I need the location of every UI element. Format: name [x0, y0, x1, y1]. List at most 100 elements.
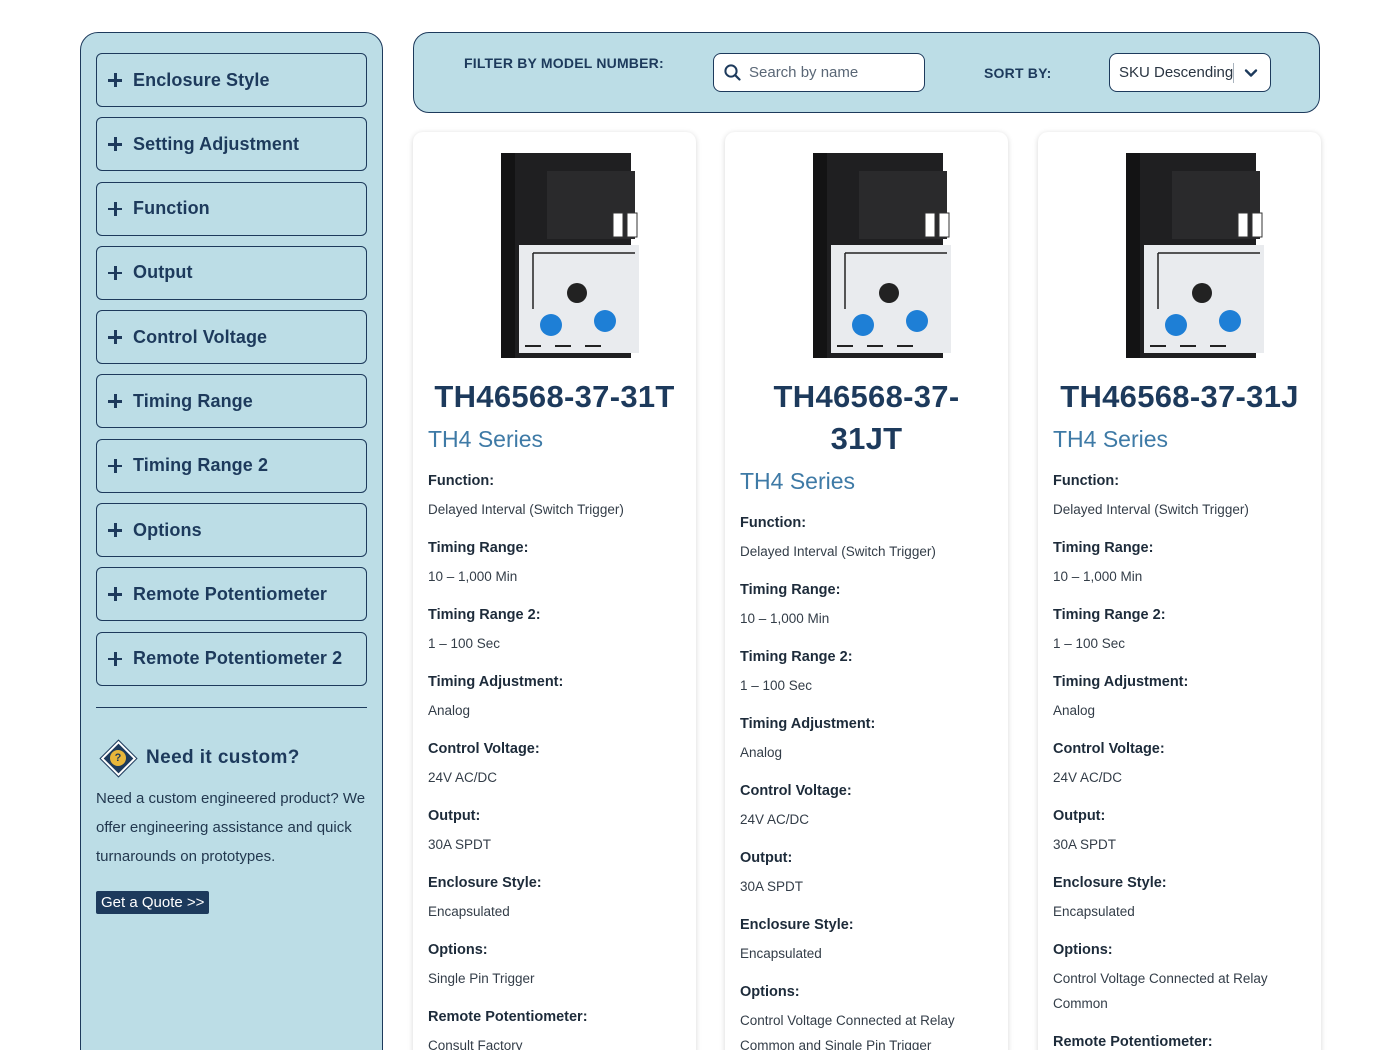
spec-value: Analog	[428, 703, 471, 718]
spec-value: 30A SPDT	[1053, 837, 1117, 852]
spec-label: Timing Adjustment:	[1053, 674, 1189, 690]
spec-value: 24V AC/DC	[428, 770, 498, 785]
search-input[interactable]	[749, 64, 919, 81]
spec-label: Control Voltage:	[428, 741, 540, 757]
facet-label: Setting Adjustment	[133, 133, 300, 154]
timer-relay-image	[501, 153, 639, 358]
product-image[interactable]	[428, 132, 681, 368]
sort-selected-value: SKU Descending	[1119, 64, 1234, 81]
spec-value: Encapsulated	[1053, 904, 1135, 919]
facet-control-voltage[interactable]: Control Voltage	[96, 310, 367, 365]
spec-label: Function:	[1053, 473, 1120, 489]
timer-relay-image	[813, 153, 951, 358]
product-sku[interactable]: TH46568-37-31JT	[740, 376, 993, 460]
spec-value: Consult Factory	[428, 1038, 523, 1050]
facet-label: Remote Potentiometer 2	[133, 648, 343, 669]
spec-label: Options:	[428, 942, 488, 958]
product-image[interactable]	[740, 132, 993, 368]
spec-label: Output:	[1053, 808, 1106, 824]
facet-remote-potentiometer[interactable]: Remote Potentiometer	[96, 567, 367, 622]
product-card[interactable]: TH46568-37-31JT TH4 Series Function: Del…	[725, 132, 1008, 1050]
spec-label: Timing Range:	[428, 540, 529, 556]
product-series[interactable]: TH4 Series	[740, 460, 993, 502]
sort-select[interactable]: SKU Descending	[1109, 53, 1271, 92]
spec-label: Enclosure Style:	[740, 917, 854, 933]
spec-value: Analog	[740, 745, 783, 760]
filter-bar: FILTER BY MODEL NUMBER: SORT BY: SKU Des…	[413, 32, 1320, 113]
spec-label: Function:	[428, 473, 495, 489]
custom-promo-title: Need it custom?	[146, 746, 300, 768]
spec-label: Options:	[1053, 942, 1113, 958]
spec-label: Timing Range 2:	[740, 649, 853, 665]
plus-icon	[108, 651, 122, 666]
get-a-quote-button[interactable]: Get a Quote >>	[96, 890, 210, 914]
plus-icon	[108, 330, 122, 345]
spec-label: Function:	[740, 515, 807, 531]
product-sku[interactable]: TH46568-37-31T	[428, 376, 681, 418]
spec-label: Remote Potentiometer:	[1053, 1034, 1213, 1050]
custom-promo: ? Need it custom? Need a custom engineer…	[96, 740, 367, 914]
spec-value: Control Voltage Connected at Relay Commo…	[740, 1013, 955, 1050]
spec-value: 30A SPDT	[428, 837, 492, 852]
spec-value: Analog	[1053, 703, 1096, 718]
sidebar-divider	[96, 706, 367, 708]
filter-sidebar: Enclosure Style Setting Adjustment Funct…	[80, 32, 383, 1050]
facet-label: Remote Potentiometer	[133, 583, 328, 604]
spec-value: 10 – 1,000 Min	[1053, 569, 1143, 584]
product-image[interactable]	[1053, 132, 1306, 368]
product-series[interactable]: TH4 Series	[1053, 418, 1306, 460]
spec-value: Single Pin Trigger	[428, 971, 535, 986]
chevron-down-icon	[1244, 69, 1258, 77]
product-series[interactable]: TH4 Series	[428, 418, 681, 460]
spec-label: Enclosure Style:	[428, 875, 542, 891]
facet-timing-range-2[interactable]: Timing Range 2	[96, 438, 367, 493]
spec-label: Timing Adjustment:	[428, 674, 564, 690]
question-diamond-icon: ?	[100, 740, 137, 776]
search-icon	[724, 64, 741, 81]
facet-label: Enclosure Style	[133, 69, 270, 90]
facet-output[interactable]: Output	[96, 245, 367, 300]
facet-label: Timing Range	[133, 390, 253, 411]
facet-setting-adjustment[interactable]: Setting Adjustment	[96, 117, 367, 172]
spec-label: Control Voltage:	[740, 783, 852, 799]
spec-value: 24V AC/DC	[1053, 770, 1123, 785]
spec-value: 10 – 1,000 Min	[428, 569, 518, 584]
plus-icon	[108, 265, 122, 280]
facet-enclosure-style[interactable]: Enclosure Style	[96, 53, 367, 107]
facet-label: Output	[133, 262, 193, 283]
spec-value: Delayed Interval (Switch Trigger)	[428, 502, 624, 517]
plus-icon	[108, 73, 122, 87]
facet-options[interactable]: Options	[96, 503, 367, 558]
plus-icon	[108, 201, 122, 216]
timer-relay-image	[1126, 153, 1264, 358]
sort-by-label: SORT BY:	[984, 65, 1052, 81]
spec-value: 1 – 100 Sec	[1053, 636, 1126, 651]
sort-separator	[1233, 63, 1234, 83]
search-box[interactable]	[713, 53, 925, 92]
product-sku[interactable]: TH46568-37-31J	[1053, 376, 1306, 418]
spec-value: Delayed Interval (Switch Trigger)	[740, 544, 936, 559]
facet-function[interactable]: Function	[96, 181, 367, 236]
spec-value: Delayed Interval (Switch Trigger)	[1053, 502, 1249, 517]
spec-value: 10 – 1,000 Min	[740, 611, 830, 626]
product-card[interactable]: TH46568-37-31J TH4 Series Function: Dela…	[1038, 132, 1321, 1050]
custom-promo-header: ? Need it custom?	[100, 740, 367, 776]
spec-label: Output:	[428, 808, 481, 824]
facet-timing-range[interactable]: Timing Range	[96, 374, 367, 429]
spec-value: 1 – 100 Sec	[428, 636, 501, 651]
spec-label: Control Voltage:	[1053, 741, 1165, 757]
facet-label: Function	[133, 198, 210, 219]
spec-label: Timing Range 2:	[1053, 607, 1166, 623]
plus-icon	[108, 458, 122, 473]
spec-value: 24V AC/DC	[740, 812, 810, 827]
product-card[interactable]: TH46568-37-31T TH4 Series Function: Dela…	[413, 132, 696, 1050]
spec-label: Timing Adjustment:	[740, 716, 876, 732]
facet-remote-potentiometer-2[interactable]: Remote Potentiometer 2	[96, 631, 367, 686]
plus-icon	[108, 137, 122, 152]
spec-value: Control Voltage Connected at Relay Commo…	[1053, 971, 1268, 1011]
spec-value: Encapsulated	[428, 904, 510, 919]
spec-label: Timing Range:	[740, 582, 841, 598]
facet-label: Control Voltage	[133, 326, 268, 347]
plus-icon	[108, 394, 122, 409]
facet-label: Options	[133, 519, 202, 540]
